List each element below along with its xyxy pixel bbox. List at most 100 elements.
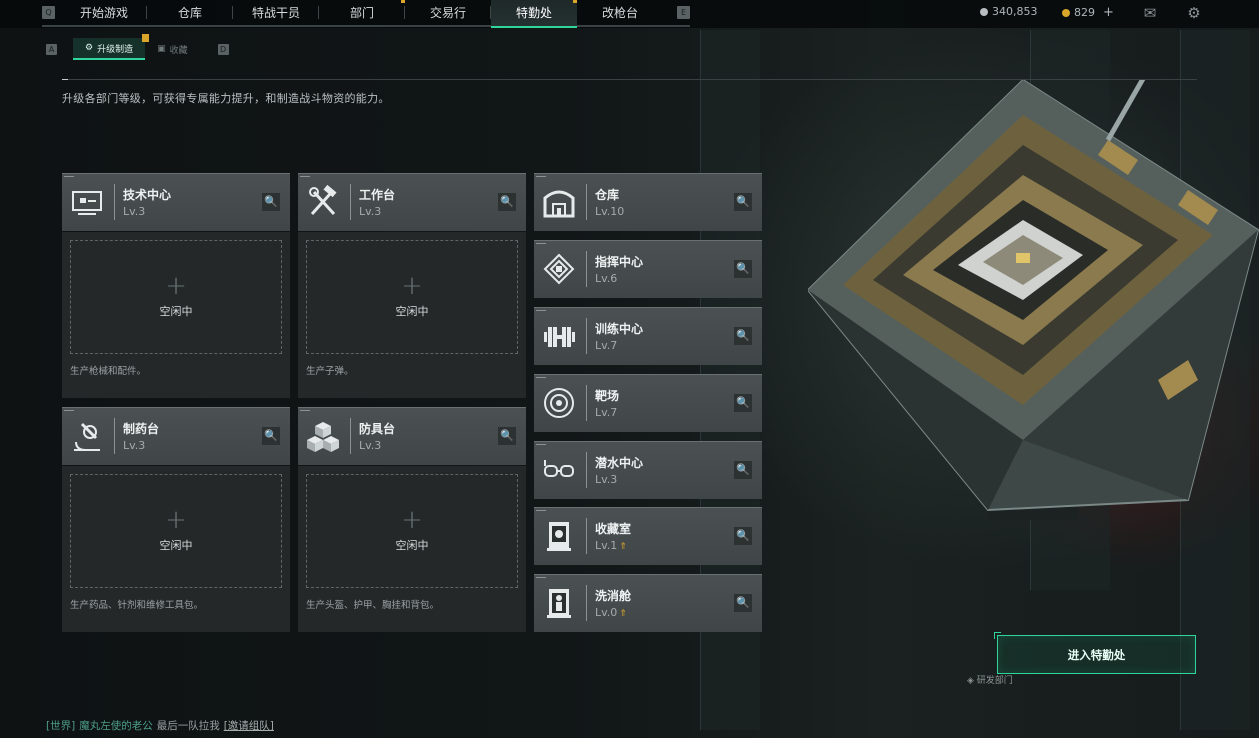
search-icon[interactable]: 🔍	[734, 594, 752, 612]
empty-slot[interactable]: + 空闲中	[306, 474, 518, 588]
enter-special-ops-button[interactable]: 进入特勤处	[994, 632, 1196, 674]
card-divider	[586, 251, 587, 287]
department-level: Lv.0 ⇑	[595, 606, 627, 619]
department-card-command-center[interactable]: 指挥中心 Lv.6 🔍	[534, 240, 762, 298]
tab-warehouse[interactable]: 仓库	[147, 0, 233, 26]
mail-icon[interactable]: ✉	[1140, 4, 1160, 22]
collection-icon: ▣	[157, 44, 166, 54]
main-nav: Q 开始游戏 仓库 特战干员 部门 交易行 特勤处 改枪台 E	[42, 0, 690, 28]
search-icon[interactable]: 🔍	[734, 327, 752, 345]
department-card-training-center[interactable]: 训练中心 Lv.7 🔍	[534, 307, 762, 365]
empty-slot[interactable]: + 空闲中	[306, 240, 518, 354]
slot-description: 生产头盔、护甲、胸挂和背包。	[306, 600, 440, 611]
slot-status: 空闲中	[395, 539, 429, 552]
production-slot-armor-bench: + 空闲中 生产头盔、护甲、胸挂和背包。	[298, 466, 526, 632]
department-name: 训练中心	[595, 322, 644, 336]
tab-label: 部门	[349, 6, 374, 20]
search-icon[interactable]: 🔍	[734, 260, 752, 278]
divider	[62, 79, 1197, 80]
warehouse-icon	[543, 190, 575, 218]
nav-prev-key[interactable]: Q	[42, 6, 55, 19]
department-card-shooting-range[interactable]: 靶场 Lv.7 🔍	[534, 374, 762, 432]
coin-balance: 340,853	[980, 5, 1038, 18]
add-currency-button[interactable]: +	[1103, 5, 1114, 20]
chip-icon	[543, 253, 575, 285]
subtab-label: 升级制造	[97, 44, 134, 55]
card-tick	[300, 410, 310, 411]
tab-label: 开始游戏	[79, 6, 128, 20]
slot-description: 生产枪械和配件。	[70, 366, 147, 377]
department-card-warehouse[interactable]: 仓库 Lv.10 🔍	[534, 173, 762, 231]
chat-message: 最后一队拉我	[156, 720, 220, 732]
tab-label: 交易行	[429, 6, 466, 20]
chat-invite-link[interactable]: [邀请组队]	[224, 718, 274, 733]
card-tick	[300, 176, 310, 177]
slot-description: 生产药品、针剂和维修工具包。	[70, 600, 204, 611]
department-card-decon-chamber[interactable]: 洗消舱 Lv.0 ⇑ 🔍	[534, 574, 762, 632]
level-value: Lv.1	[595, 539, 618, 552]
display-case-icon	[547, 522, 571, 551]
search-icon[interactable]: 🔍	[734, 394, 752, 412]
department-name: 仓库	[595, 188, 620, 202]
settings-icon[interactable]: ⚙	[1184, 4, 1204, 22]
nav-next-key[interactable]: E	[677, 6, 690, 19]
subtab-collection[interactable]: ▣ 收藏	[145, 38, 200, 60]
search-icon[interactable]: 🔍	[734, 527, 752, 545]
tab-label: 特战干员	[251, 6, 300, 20]
craft-icon: ⚙	[85, 43, 94, 53]
search-icon[interactable]: 🔍	[734, 461, 752, 479]
empty-slot[interactable]: + 空闲中	[70, 240, 282, 354]
facility-card-pharmacy[interactable]: 制药台 Lv.3 🔍	[62, 407, 290, 465]
department-name: 洗消舱	[595, 589, 632, 603]
facility-name: 技术中心	[123, 188, 172, 202]
plus-icon: +	[165, 271, 187, 301]
department-level: Lv.7	[595, 339, 618, 352]
chat-channel[interactable]: [世界]	[46, 718, 75, 733]
diving-mask-icon	[544, 460, 574, 477]
search-icon[interactable]: 🔍	[498, 193, 516, 211]
slot-status: 空闲中	[159, 539, 193, 552]
facility-name: 制药台	[123, 422, 160, 436]
card-divider	[586, 585, 587, 621]
subtab-upgrade-craft[interactable]: ⚙ 升级制造	[73, 34, 150, 60]
card-tick	[536, 577, 546, 578]
production-slot-workbench: + 空闲中 生产子弹。	[298, 232, 526, 398]
floor-label: ◈ 研发部门	[967, 676, 1013, 686]
tab-departments[interactable]: 部门	[319, 0, 405, 26]
token-icon	[1062, 8, 1070, 17]
tab-trade[interactable]: 交易行	[405, 0, 491, 26]
department-card-diving-center[interactable]: 潜水中心 Lv.3 🔍	[534, 441, 762, 499]
search-icon[interactable]: 🔍	[498, 427, 516, 445]
tab-special-ops[interactable]: 特勤处	[491, 0, 577, 28]
card-divider	[586, 518, 587, 554]
tab-operators[interactable]: 特战干员	[233, 0, 319, 26]
search-icon[interactable]: 🔍	[262, 193, 280, 211]
subnav-next-key[interactable]: D	[217, 43, 229, 55]
department-level: Lv.3	[595, 473, 618, 486]
card-tick	[64, 410, 74, 411]
search-icon[interactable]: 🔍	[262, 427, 280, 445]
tab-gunsmith[interactable]: 改枪台	[577, 0, 663, 26]
card-tick	[536, 243, 546, 244]
department-name: 指挥中心	[595, 255, 644, 269]
card-divider	[586, 318, 587, 354]
chat-user[interactable]: 魔丸左使的老公	[79, 718, 153, 733]
department-card-collection-room[interactable]: 收藏室 Lv.1 ⇑ 🔍	[534, 507, 762, 565]
department-level: Lv.1 ⇑	[595, 539, 627, 552]
facility-card-armor-bench[interactable]: 防具台 Lv.3 🔍	[298, 407, 526, 465]
empty-slot[interactable]: + 空闲中	[70, 474, 282, 588]
card-divider	[114, 418, 115, 454]
department-level: Lv.7	[595, 406, 618, 419]
facility-card-workbench[interactable]: 工作台 Lv.3 🔍	[298, 173, 526, 231]
department-name: 潜水中心	[595, 456, 644, 470]
chat-line: [世界] 魔丸左使的老公 最后一队拉我 [邀请组队]	[46, 718, 274, 733]
subnav-prev-key[interactable]: A	[46, 43, 57, 55]
computer-icon	[72, 191, 102, 215]
tab-start-game[interactable]: 开始游戏	[61, 0, 147, 26]
search-icon[interactable]: 🔍	[734, 193, 752, 211]
facility-name: 防具台	[359, 422, 396, 436]
sub-nav: A ⚙ 升级制造 ▣ 收藏 D	[46, 34, 229, 60]
facility-card-tech-center[interactable]: 技术中心 Lv.3 🔍	[62, 173, 290, 231]
slot-description: 生产子弹。	[306, 366, 354, 377]
card-tick	[536, 176, 546, 177]
